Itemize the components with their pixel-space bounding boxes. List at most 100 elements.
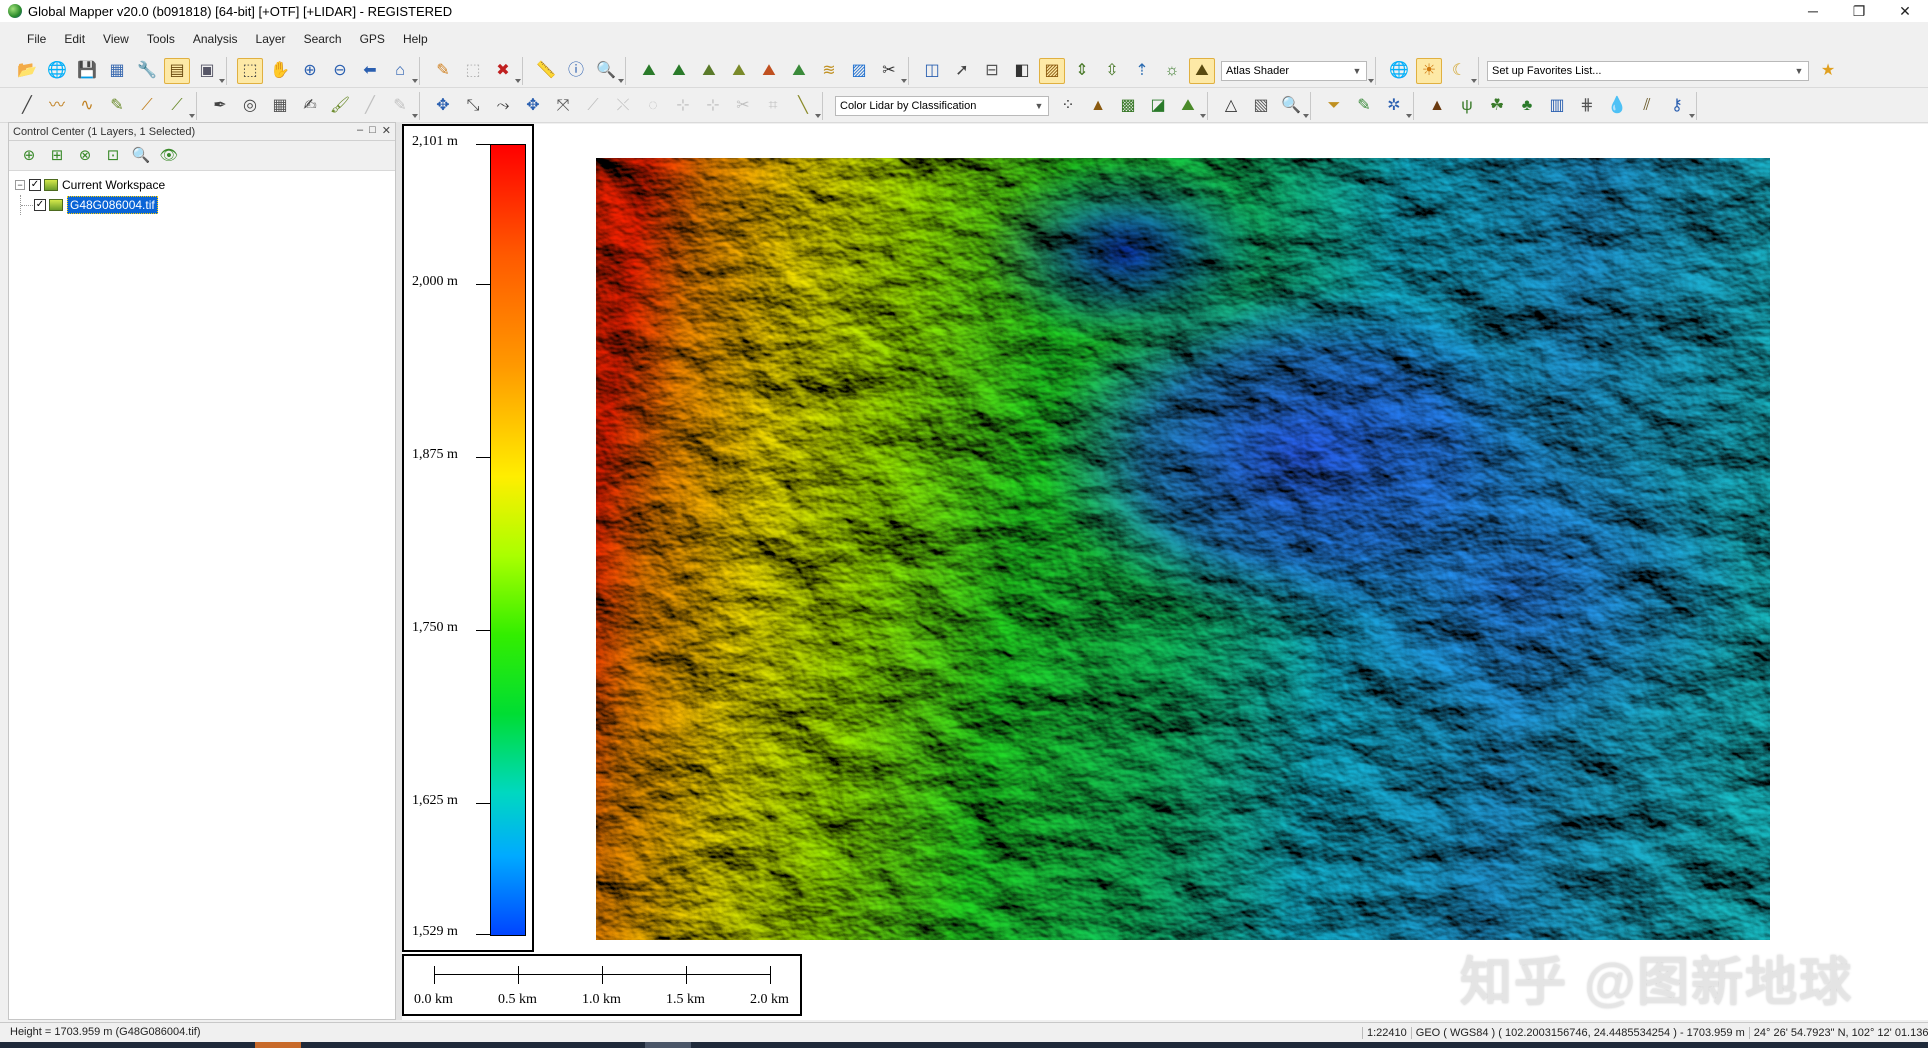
delete-x-icon[interactable]: ✖ [490, 58, 516, 84]
volume-icon[interactable]: ⛰ [696, 58, 722, 84]
ground-icon[interactable]: ⫽ [1634, 93, 1660, 119]
move-vertex-icon[interactable]: ✥ [520, 93, 546, 119]
sun-icon[interactable]: ☀ [1416, 57, 1442, 84]
panel-close-icon[interactable]: ✕ [382, 124, 391, 137]
lidar-surface-icon[interactable]: ⛰ [1175, 93, 1201, 119]
edit-dim-icon[interactable]: ✎ [387, 93, 413, 119]
workspace-icon[interactable]: ▦ [104, 58, 130, 84]
join-icon[interactable]: ⤬ [610, 93, 636, 119]
offset-icon[interactable]: ⊹ [700, 93, 726, 119]
layer-node[interactable]: ✓ G48G086004.tif [15, 195, 395, 215]
scale-icon[interactable]: ⤧ [550, 93, 576, 119]
water-level-icon[interactable]: ⇡ [1129, 58, 1155, 84]
globe-icon[interactable]: 🌐 [44, 58, 70, 84]
lidar-query-icon[interactable]: 🔍 [1278, 93, 1304, 119]
view-shed-icon[interactable]: ⛰ [666, 58, 692, 84]
info-icon[interactable]: ⓘ [563, 58, 589, 84]
path-profile-icon[interactable]: ➚ [949, 58, 975, 84]
buffer-icon[interactable]: ◌ [640, 93, 666, 119]
grass-icon[interactable]: ψ [1454, 93, 1480, 119]
create-point-icon[interactable]: ⟋ [164, 93, 190, 119]
layer-options-icon[interactable]: ⊡ [101, 144, 125, 168]
power-line-icon[interactable]: ⋕ [1574, 93, 1600, 119]
funnel-filter-icon[interactable]: ⏷ [1321, 93, 1347, 119]
save-icon[interactable]: 💾 [74, 58, 100, 84]
menu-layer[interactable]: Layer [247, 30, 295, 48]
layer-label[interactable]: G48G086004.tif [67, 196, 158, 214]
layer-remove-icon[interactable]: ⊗ [73, 144, 97, 168]
menu-tools[interactable]: Tools [138, 30, 184, 48]
split-view-icon[interactable]: ⊟ [979, 58, 1005, 84]
cut-terrain-icon[interactable]: ✂ [876, 58, 902, 84]
control-center-icon[interactable]: ▤ [164, 57, 190, 84]
create-range-ring-icon[interactable]: ⟋ [134, 93, 160, 119]
shaded-relief-icon[interactable]: ▨ [1039, 57, 1065, 84]
circle-target-icon[interactable]: ◎ [237, 93, 263, 119]
3d-view-icon[interactable]: ◧ [1009, 58, 1035, 84]
menu-edit[interactable]: Edit [55, 30, 94, 48]
collapse-icon[interactable]: − [15, 180, 25, 190]
grid-draw-icon[interactable]: ▦ [267, 93, 293, 119]
move-icon[interactable]: ✥ [430, 93, 456, 119]
menu-file[interactable]: File [18, 30, 55, 48]
draw-pen-icon[interactable]: ✒ [207, 93, 233, 119]
layer-add-icon[interactable]: ⊞ [45, 144, 69, 168]
box-select-icon[interactable]: ⬚ [460, 58, 486, 84]
layer-visibility-icon[interactable]: 👁 [157, 144, 181, 168]
pencil-icon[interactable]: ✎ [430, 58, 456, 84]
workspace-checkbox[interactable]: ✓ [29, 179, 41, 191]
zoom-in-icon[interactable]: ⊕ [297, 58, 323, 84]
chevron-down-icon[interactable]: ▼ [1792, 64, 1806, 78]
lidar-filter-icon[interactable]: ◪ [1145, 93, 1171, 119]
grid-icon[interactable]: ⛰ [786, 58, 812, 84]
create-polyline-icon[interactable]: 〰 [44, 93, 70, 119]
feature-search-icon[interactable]: 🔍 [593, 58, 619, 84]
triangle-icon[interactable]: △ [1218, 93, 1244, 119]
lidar-color-select[interactable]: Color Lidar by Classification ▼ [835, 95, 1049, 116]
raster-calc-icon[interactable]: ▨ [846, 58, 872, 84]
layer-zoom-icon[interactable]: ⊕ [17, 144, 41, 168]
wrench-icon[interactable]: 🔧 [134, 58, 160, 84]
light-position-icon[interactable]: ☼ [1159, 58, 1185, 84]
panel-minimize-icon[interactable]: – [357, 124, 363, 137]
pan-hand-icon[interactable]: ✋ [267, 58, 293, 84]
map-view[interactable]: 2,101 m 2,000 m 1,875 m 1,750 m 1,625 m … [402, 124, 1928, 1020]
shader-select[interactable]: Atlas Shader ▼ [1221, 60, 1367, 81]
reshape-icon[interactable]: ⤳ [490, 93, 516, 119]
lidar-profile-icon[interactable]: ▲ [1085, 93, 1111, 119]
chevron-down-icon[interactable]: ▼ [1350, 64, 1364, 78]
star-favorites-icon[interactable]: ★ [1815, 58, 1841, 84]
combine-icon[interactable]: ≋ [816, 58, 842, 84]
chevron-down-icon[interactable]: ▼ [1032, 99, 1046, 113]
menu-analysis[interactable]: Analysis [184, 30, 247, 48]
panel-maximize-icon[interactable]: □ [369, 124, 376, 137]
water-drop-icon[interactable]: 💧 [1604, 93, 1630, 119]
split-line-icon[interactable]: ⟋ [580, 93, 606, 119]
vertex-pen-icon[interactable]: ✍ [297, 93, 323, 119]
layer-search-icon[interactable]: 🔍 [129, 144, 153, 168]
restore-button[interactable]: ❐ [1836, 0, 1882, 22]
create-freehand-icon[interactable]: ✎ [104, 93, 130, 119]
workspace-node[interactable]: − ✓ Current Workspace [15, 175, 395, 195]
menu-search[interactable]: Search [295, 30, 351, 48]
overview-icon[interactable]: ▣ [194, 58, 220, 84]
building-icon[interactable]: ▥ [1544, 93, 1570, 119]
menu-help[interactable]: Help [394, 30, 437, 48]
digitizer-select-icon[interactable]: ⬚ [237, 57, 263, 84]
vertical-exag-icon[interactable]: ⇳ [1099, 58, 1125, 84]
terrain-profile-icon[interactable]: ⛰ [636, 58, 662, 84]
create-curve-icon[interactable]: ∿ [74, 93, 100, 119]
ruler-icon[interactable]: 📏 [533, 58, 559, 84]
menu-gps[interactable]: GPS [351, 30, 394, 48]
key-icon[interactable]: ⚷ [1664, 93, 1690, 119]
favorites-select[interactable]: Set up Favorites List... ▼ [1487, 60, 1809, 81]
cut-icon[interactable]: ✂ [730, 93, 756, 119]
measure-line-icon[interactable]: ╲ [790, 93, 816, 119]
lidar-classify-icon[interactable]: ▩ [1115, 93, 1141, 119]
bush-icon[interactable]: ☘ [1484, 93, 1510, 119]
line-dim-icon[interactable]: ╱ [357, 93, 383, 119]
open-folder-icon[interactable]: 📂 [14, 58, 40, 84]
contour-icon[interactable]: ⛰ [726, 58, 752, 84]
back-arrow-icon[interactable]: ⬅ [357, 58, 383, 84]
snap-icon[interactable]: ⊹ [670, 93, 696, 119]
